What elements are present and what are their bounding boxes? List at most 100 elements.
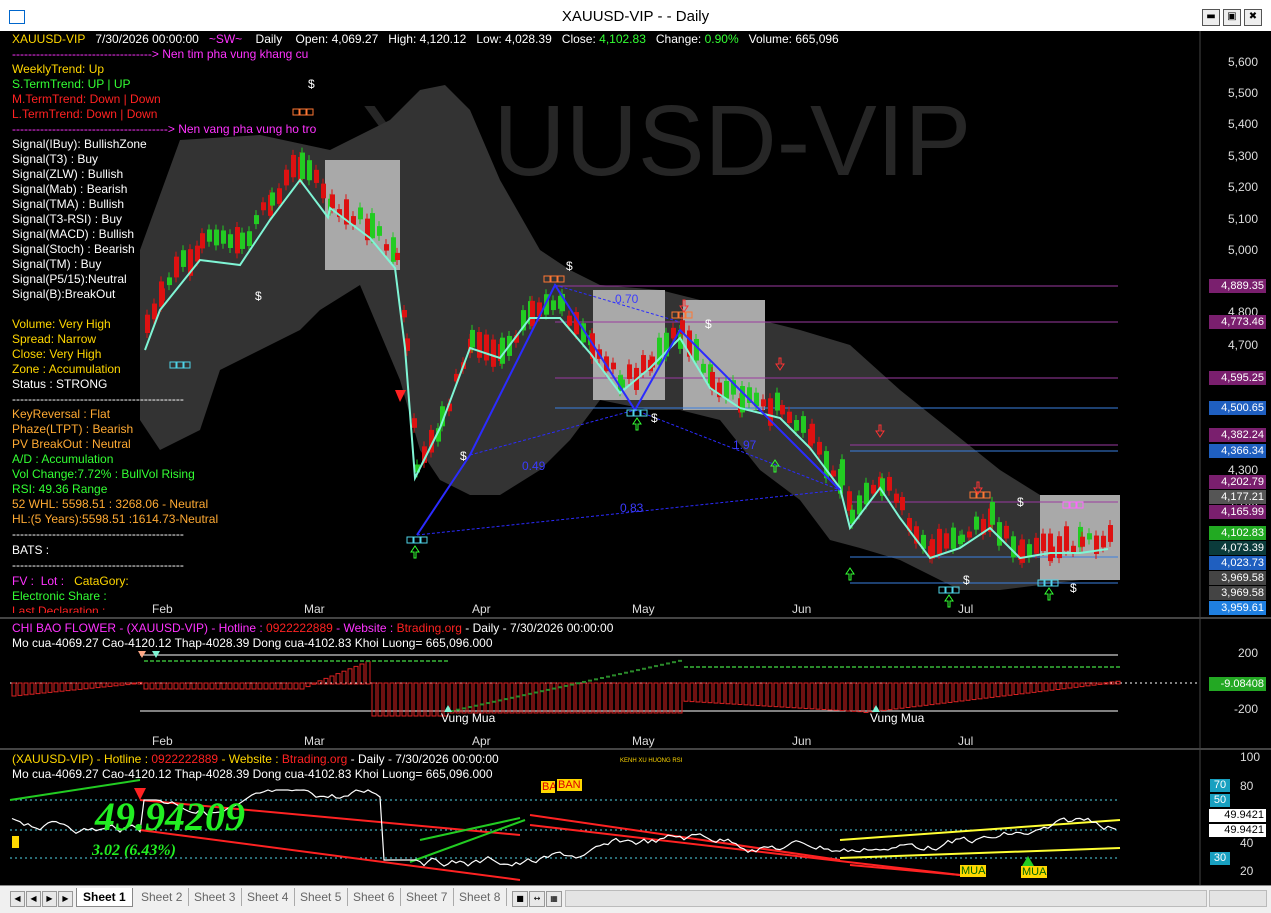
flower-dot [648,666,652,669]
candle-body [1004,525,1009,539]
separator-dashes: ----------------------------------------… [12,392,184,406]
flower-dot [516,695,520,698]
flower-dot [156,660,160,662]
flower-dot [678,659,682,662]
flower-dot [996,666,1000,668]
first-sheet-button[interactable]: ◀ [10,891,25,907]
resistance-note: -----------------------------------> Nen… [12,47,309,61]
flower-dot [1086,666,1090,668]
flower-dot [1020,666,1024,668]
price-tick: 5,400 [1228,117,1259,131]
flower-dot [618,673,622,676]
flower-dot [852,666,856,668]
candle-body [611,362,616,370]
dollar-marker: $ [1017,495,1024,509]
rsi-tick: 20 [1240,864,1254,878]
flower-dot [162,660,166,662]
tab-sheet-3[interactable]: Sheet 3 [188,888,243,906]
flower-dot [702,666,706,668]
flower-dot [306,660,310,662]
flower-dot [666,662,670,665]
candle-body [974,516,979,530]
flower-dot [228,660,232,662]
tab-sheet-6[interactable]: Sheet 6 [347,888,402,906]
layout-icon[interactable]: ▦ [546,891,562,907]
candle-body [321,183,326,199]
support-note: --------------------------------------->… [12,122,317,136]
flower-dot [150,660,154,662]
flower-dot [474,704,478,707]
month-label: Jul [958,734,974,748]
flower-dot [1080,666,1084,668]
bats-label: BATS : [12,543,50,557]
flower-dot [318,660,322,662]
flower-title-b: - Website : [332,621,397,635]
month-label: Jun [792,602,812,616]
candle-body [847,491,852,511]
flower-dot [1116,666,1120,668]
flower-dot [192,660,196,662]
tab-sheet-8[interactable]: Sheet 8 [453,888,508,906]
rsi-title-a: (XAUUSD-VIP) - Hotline : [12,752,152,766]
week52-hl: 52 WHL: 5598.51 : 3268.06 - Neutral [12,497,209,511]
prev-sheet-button[interactable]: ◀ [26,891,41,907]
candle-body [377,226,382,236]
rsi-level-30: 30 [1210,852,1230,865]
flower-dot [144,660,148,662]
flower-dot [774,666,778,668]
flower-dot [216,660,220,662]
next-sheet-button[interactable]: ▶ [42,891,57,907]
lock-icon[interactable]: ■ [512,891,528,907]
candle-body [937,528,942,554]
rsi-big-value: 49.94209 [95,794,245,839]
horizontal-scrollbar[interactable] [565,890,1207,907]
ad-state: A/D : Accumulation [12,452,114,466]
flower-dot [390,660,394,662]
rsi-sell-label-2: BAN [541,781,555,793]
candle-body [775,392,780,411]
flower-dot [864,666,868,668]
zigzag-ratio-label: 0.83 [620,501,644,515]
candle-body [724,380,729,399]
month-label: Feb [152,734,173,748]
last-sheet-button[interactable]: ▶ [58,891,73,907]
tab-sheet-1[interactable]: Sheet 1 [76,888,133,907]
rsi-buy-label-1: MUA [960,865,987,877]
flower-bar [131,682,137,685]
flower-dot [396,660,400,662]
month-label: Mar [304,602,325,616]
vol-change: Vol Change:7.72% : BullVol Rising [12,467,195,481]
flower-dot [942,666,946,668]
flower-dot [816,666,820,668]
flower-dot [588,679,592,682]
flower-dot [510,696,514,699]
flower-dot [948,666,952,668]
tab-sheet-2[interactable]: Sheet 2 [135,888,190,906]
mid-term-trend: M.TermTrend: Down | Down [12,92,161,106]
candle-body [894,493,899,503]
chart-header: XAUUSD-VIP 7/30/2026 00:00:00 ~SW~ Daily… [12,32,839,46]
tab-sheet-5[interactable]: Sheet 5 [294,888,349,906]
flower-axis-bottom: -200 [1234,702,1259,716]
scale-icon[interactable]: ↔ [529,891,545,907]
tab-sheet-4[interactable]: Sheet 4 [241,888,296,906]
price-level-label: 3,969.58 [1209,571,1266,585]
candle-body [944,533,949,549]
month-label: Mar [304,734,325,748]
candle-body [1057,536,1062,559]
flower-dot [1044,666,1048,668]
candle-body [871,484,876,494]
flower-dot [204,660,208,662]
flower-dot [1002,666,1006,668]
flower-dot [174,660,178,662]
flower-dot [402,660,406,662]
tab-sheet-7[interactable]: Sheet 7 [400,888,455,906]
candle-body [761,399,766,407]
zoom-scrollbar[interactable] [1209,890,1267,907]
signal-info-panel: -----------------------------------> Nen… [12,47,316,613]
flower-dot [426,660,430,662]
flower-dot [1038,666,1042,668]
flower-dot [882,666,886,668]
rsi-tick: 40 [1240,836,1254,850]
flower-dot [222,660,226,662]
